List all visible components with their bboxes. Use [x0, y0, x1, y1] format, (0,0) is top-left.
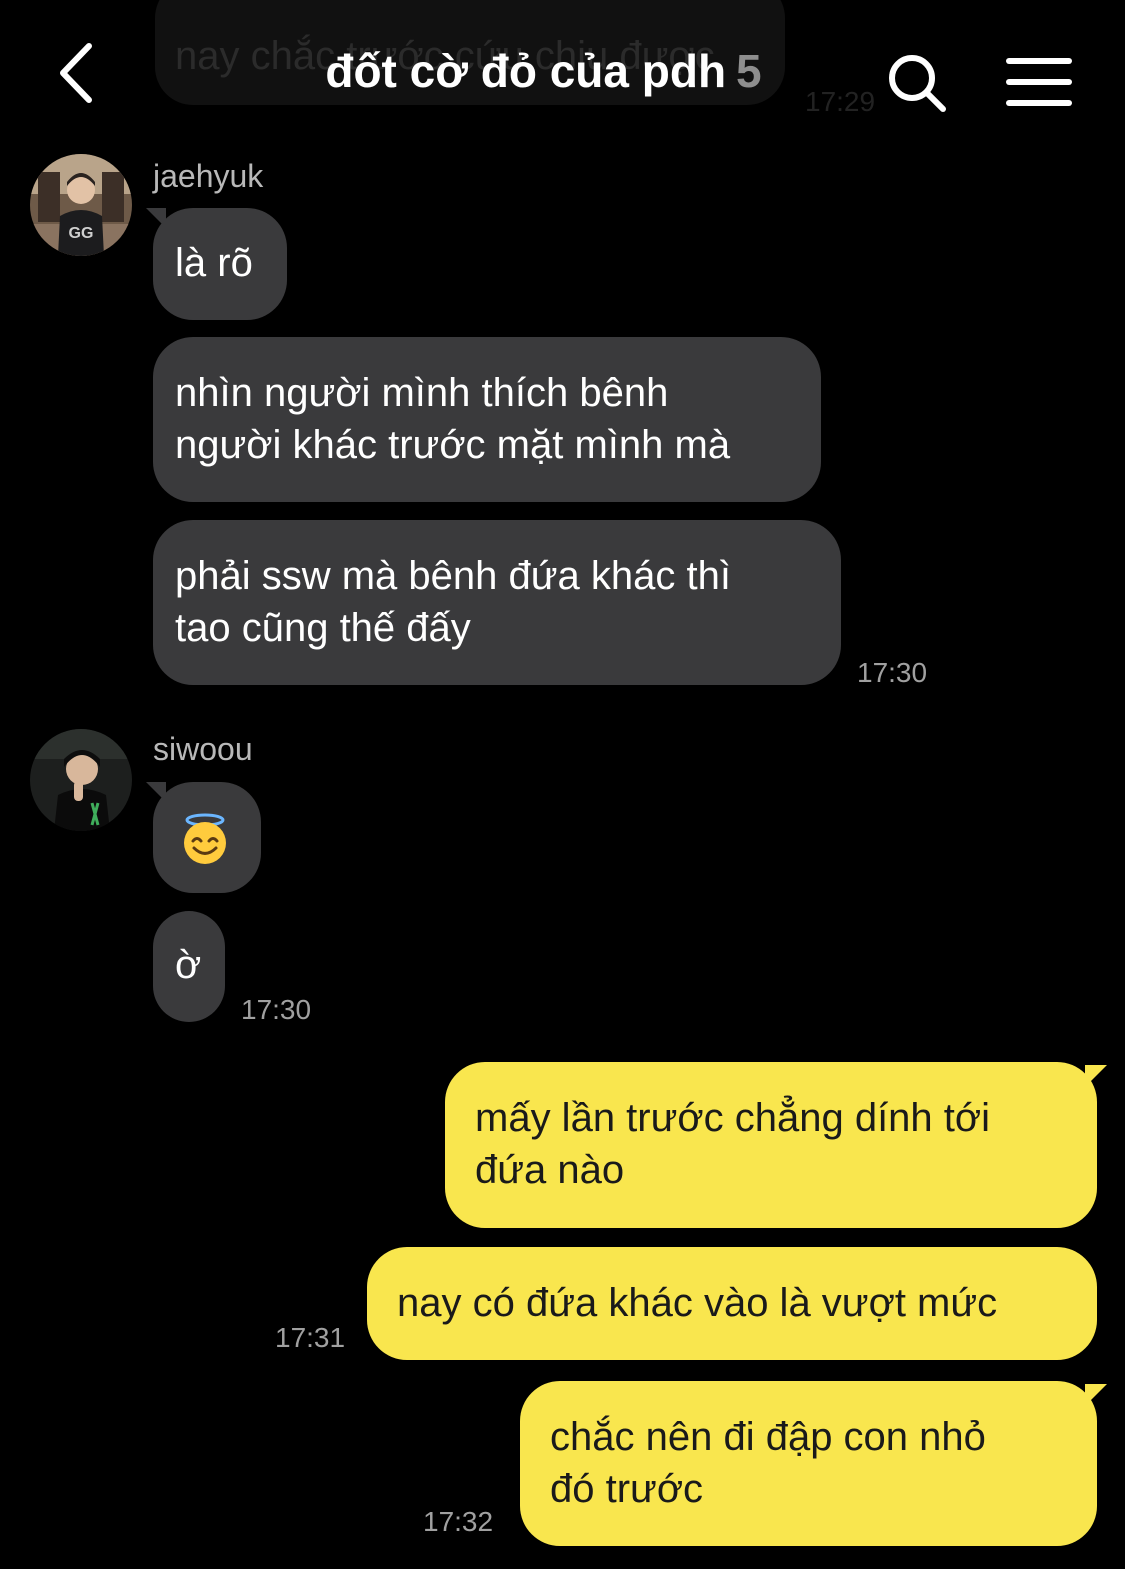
back-icon[interactable]	[55, 40, 115, 106]
message-time: 17:32	[423, 1506, 494, 1537]
message-bubble[interactable]: nhìn người mình thích bênh người khác tr…	[153, 337, 821, 502]
message-text-line: phải ssw mà bênh đứa khác thì	[175, 554, 731, 598]
my-message-bubble[interactable]: nay có đứa khác vào là vượt mức	[367, 1247, 1097, 1360]
my-message-bubble[interactable]: chắc nên đi đập con nhỏ đó trước	[520, 1381, 1097, 1546]
message-bubble[interactable]: ờ	[153, 911, 225, 1022]
message-bubble[interactable]	[153, 782, 261, 893]
message-bubble[interactable]: là rõ	[153, 208, 287, 320]
scrolled-message-time: 17:29	[805, 86, 876, 117]
chat-header: nay chắc trước cứu chịu được 17:29 đốt c…	[0, 0, 1125, 140]
search-icon[interactable]	[886, 52, 950, 116]
my-message-bubble[interactable]: mấy lần trước chẳng dính tới đứa nào	[445, 1062, 1097, 1228]
message-text-line: người khác trước mặt mình mà	[175, 423, 731, 467]
avatar-siwoou[interactable]	[30, 729, 132, 831]
smiling-face-with-halo-emoji	[178, 812, 232, 866]
sender-name-siwoou: siwoou	[153, 731, 253, 767]
svg-text:GG: GG	[69, 225, 94, 242]
message-time: 17:30	[857, 657, 928, 688]
message-text: nay có đứa khác vào là vượt mức	[397, 1281, 998, 1325]
message-text: ờ	[175, 943, 202, 987]
message-text-line: đứa nào	[475, 1148, 625, 1192]
message-text-line: mấy lần trước chẳng dính tới	[475, 1096, 991, 1140]
message-bubble[interactable]: phải ssw mà bênh đứa khác thì tao cũng t…	[153, 520, 841, 685]
message-time: 17:30	[241, 994, 312, 1025]
message-text-line: đó trước	[550, 1467, 704, 1511]
scrolled-message-text: nay chắc trước cứu chịu được	[175, 34, 715, 78]
message-text: là rõ	[175, 241, 253, 285]
menu-icon[interactable]	[1006, 56, 1072, 108]
message-text-line: tao cũng thế đấy	[175, 606, 471, 650]
message-text-line: chắc nên đi đập con nhỏ	[550, 1415, 986, 1459]
message-time: 17:31	[275, 1322, 346, 1353]
message-text-line: nhìn người mình thích bênh	[175, 371, 669, 415]
sender-name-jaehyuk: jaehyuk	[153, 158, 264, 194]
avatar-jaehyuk[interactable]: GG	[30, 154, 132, 256]
